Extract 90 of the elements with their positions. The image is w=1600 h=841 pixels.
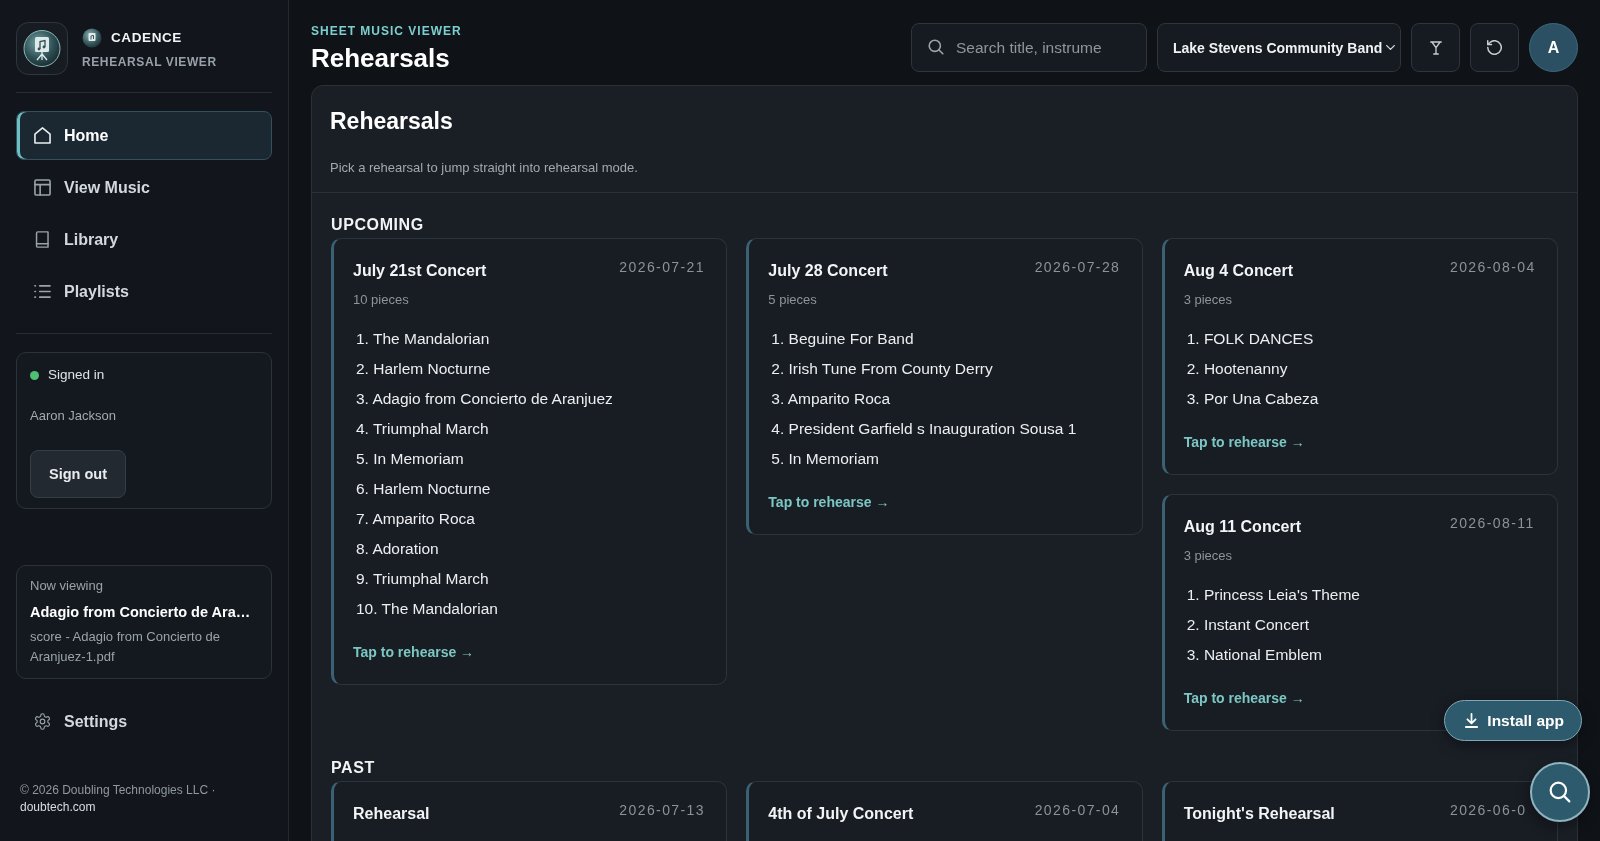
rehearsal-card[interactable]: 4th of July Concert 2026-07-04 bbox=[746, 781, 1143, 841]
refresh-icon bbox=[1487, 40, 1502, 55]
rehearsal-title: Tonight's Rehearsal bbox=[1183, 804, 1335, 824]
piece-item: 2. Instant Concert bbox=[1185, 615, 1309, 635]
rehearse-link[interactable]: Tap to rehearse → bbox=[768, 493, 890, 511]
rehearsal-date: 2026-07-21 bbox=[619, 258, 706, 276]
filter-icon bbox=[1429, 40, 1442, 55]
now-viewing-card[interactable]: Now viewing Adagio from Concierto de Ara… score - Adagio from Concierto de Aranjuez-1.pdf bbox=[16, 565, 272, 679]
brand-name: CADENCE bbox=[111, 29, 182, 46]
website-link[interactable]: doubtech.com bbox=[20, 800, 96, 814]
settings-item[interactable]: Settings bbox=[16, 697, 272, 746]
piece-item: 10. The Mandalorian bbox=[355, 599, 498, 619]
rehearsal-title: Aug 11 Concert bbox=[1183, 517, 1301, 537]
section-label: UPCOMING bbox=[331, 215, 425, 235]
piece-item: 4. President Garfield s Inauguration Sousa 1 bbox=[770, 419, 1077, 439]
rehearsal-date: 2026-08-11 bbox=[1450, 514, 1536, 532]
now-viewing-title: Adagio from Concierto de Ara… bbox=[30, 603, 252, 622]
rehearsal-card[interactable]: July 28 Concert 2026-07-28 5 pieces 1. Beguine For Band 2. Irish Tune From County Derry 3. Amparito Roca 4. President Garfield s Inauguration Sousa 1 5. In Memoriam Tap to rehearse → bbox=[746, 238, 1143, 535]
rehearsal-card[interactable]: Aug 4 Concert 2026-08-04 3 pieces 1. FOLK DANCES 2. Hootenanny 3. Por Una Cabeza Tap to rehearse → bbox=[1161, 238, 1558, 475]
piece-item: 1. The Mandalorian bbox=[355, 329, 490, 349]
nav-item[interactable]: View Music bbox=[16, 163, 272, 212]
rehearsal-date: 2026-08-04 bbox=[1450, 258, 1537, 276]
status-text: Signed in bbox=[48, 366, 105, 384]
piece-item: 5. In Memoriam bbox=[770, 449, 879, 469]
piece-item: 1. Princess Leia's Theme bbox=[1185, 585, 1360, 605]
brand-tagline: REHEARSAL VIEWER bbox=[82, 54, 217, 70]
band-select[interactable]: Lake Stevens Community Band bbox=[1157, 23, 1401, 72]
piece-item: 8. Adoration bbox=[355, 539, 439, 559]
piece-item: 2. Hootenanny bbox=[1185, 359, 1288, 379]
nav-item[interactable]: Home bbox=[16, 111, 272, 160]
piece-item: 5. In Memoriam bbox=[355, 449, 464, 469]
home-icon bbox=[34, 127, 51, 144]
rehearsal-card[interactable] bbox=[331, 238, 728, 685]
sign-out-button[interactable]: Sign out bbox=[30, 450, 126, 498]
file-name: score - Adagio from Concierto de Aranjuez-1.pdf bbox=[30, 628, 222, 666]
piece-item: 3. Adagio from Concierto de Aranjuez bbox=[355, 389, 613, 409]
book-icon bbox=[34, 231, 51, 248]
piece-item: 6. Harlem Nocturne bbox=[355, 479, 491, 499]
piece-count: 5 pieces bbox=[768, 291, 818, 309]
install-app-button[interactable]: Install app bbox=[1444, 700, 1582, 741]
rehearsal-card[interactable]: Rehearsal 2026-07-13 bbox=[331, 781, 728, 841]
panel-subtitle: Pick a rehearsal to jump straight into rehearsal mode. bbox=[330, 159, 639, 177]
piece-item: 7. Amparito Roca bbox=[355, 509, 475, 529]
filter-button[interactable] bbox=[1411, 23, 1460, 72]
search-field[interactable]: Search title, instrume bbox=[911, 23, 1147, 72]
page-eyebrow: SHEET MUSIC VIEWER bbox=[311, 23, 462, 39]
user-name: Aaron Jackson bbox=[30, 407, 117, 425]
page-title: Rehearsals bbox=[311, 43, 451, 73]
settings-icon bbox=[34, 713, 51, 730]
layout-icon bbox=[34, 179, 51, 196]
rehearsal-date: 2026-07-28 bbox=[1034, 258, 1122, 276]
piece-item: 1. FOLK DANCES bbox=[1185, 329, 1314, 349]
piece-item: 2. Irish Tune From County Derry bbox=[770, 359, 993, 379]
piece-item: 2. Harlem Nocturne bbox=[355, 359, 491, 379]
music-stand-logo-icon bbox=[16, 22, 68, 75]
piece-item: 4. Triumphal March bbox=[355, 419, 489, 439]
now-viewing-label: Now viewing bbox=[30, 578, 104, 594]
rehearsal-date: 2026-07-04 bbox=[1034, 801, 1122, 819]
rehearse-link[interactable]: Tap to rehearse → bbox=[1183, 689, 1305, 707]
rehearsal-date: 2026-07-13 bbox=[619, 801, 706, 819]
list-icon bbox=[34, 283, 51, 300]
rehearsal-title: July 21st Concert bbox=[353, 261, 487, 281]
piece-count: 3 pieces bbox=[1183, 291, 1234, 309]
search-icon bbox=[928, 39, 944, 55]
piece-count: 3 pieces bbox=[1183, 547, 1234, 565]
section-label: PAST bbox=[331, 758, 376, 778]
rehearse-link[interactable]: Tap to rehearse → bbox=[353, 643, 475, 661]
rehearsal-date: 2026-06-0 bbox=[1450, 801, 1528, 819]
avatar-button[interactable]: A bbox=[1529, 23, 1578, 72]
sheet-badge-icon bbox=[82, 27, 102, 48]
piece-count: 10 pieces bbox=[353, 291, 410, 309]
piece-item: 9. Triumphal March bbox=[355, 569, 489, 589]
copyright-text: © 2026 Doubling Technologies LLC · doubtech.com bbox=[20, 782, 217, 816]
rehearsal-title: Aug 4 Concert bbox=[1183, 261, 1293, 281]
refresh-button[interactable] bbox=[1470, 23, 1519, 72]
nav-item[interactable]: Library bbox=[16, 215, 272, 264]
download-icon bbox=[1465, 713, 1479, 728]
search-icon bbox=[1549, 781, 1571, 803]
rehearsal-card[interactable]: Tonight's Rehearsal 2026-06-0 bbox=[1161, 781, 1558, 841]
panel-title: Rehearsals bbox=[330, 107, 454, 135]
rehearsal-title: 4th of July Concert bbox=[768, 804, 914, 824]
piece-item: 3. National Emblem bbox=[1185, 645, 1322, 665]
chevron-down-icon bbox=[1386, 45, 1395, 50]
piece-item: 1. Beguine For Band bbox=[770, 329, 914, 349]
nav-item[interactable]: Playlists bbox=[16, 267, 272, 316]
rehearsal-title: Rehearsal bbox=[353, 804, 430, 824]
piece-item: 3. Por Una Cabeza bbox=[1185, 389, 1319, 409]
rehearsal-title: July 28 Concert bbox=[768, 261, 888, 281]
piece-item: 3. Amparito Roca bbox=[770, 389, 891, 409]
rehearse-link[interactable]: Tap to rehearse → bbox=[1183, 433, 1305, 451]
